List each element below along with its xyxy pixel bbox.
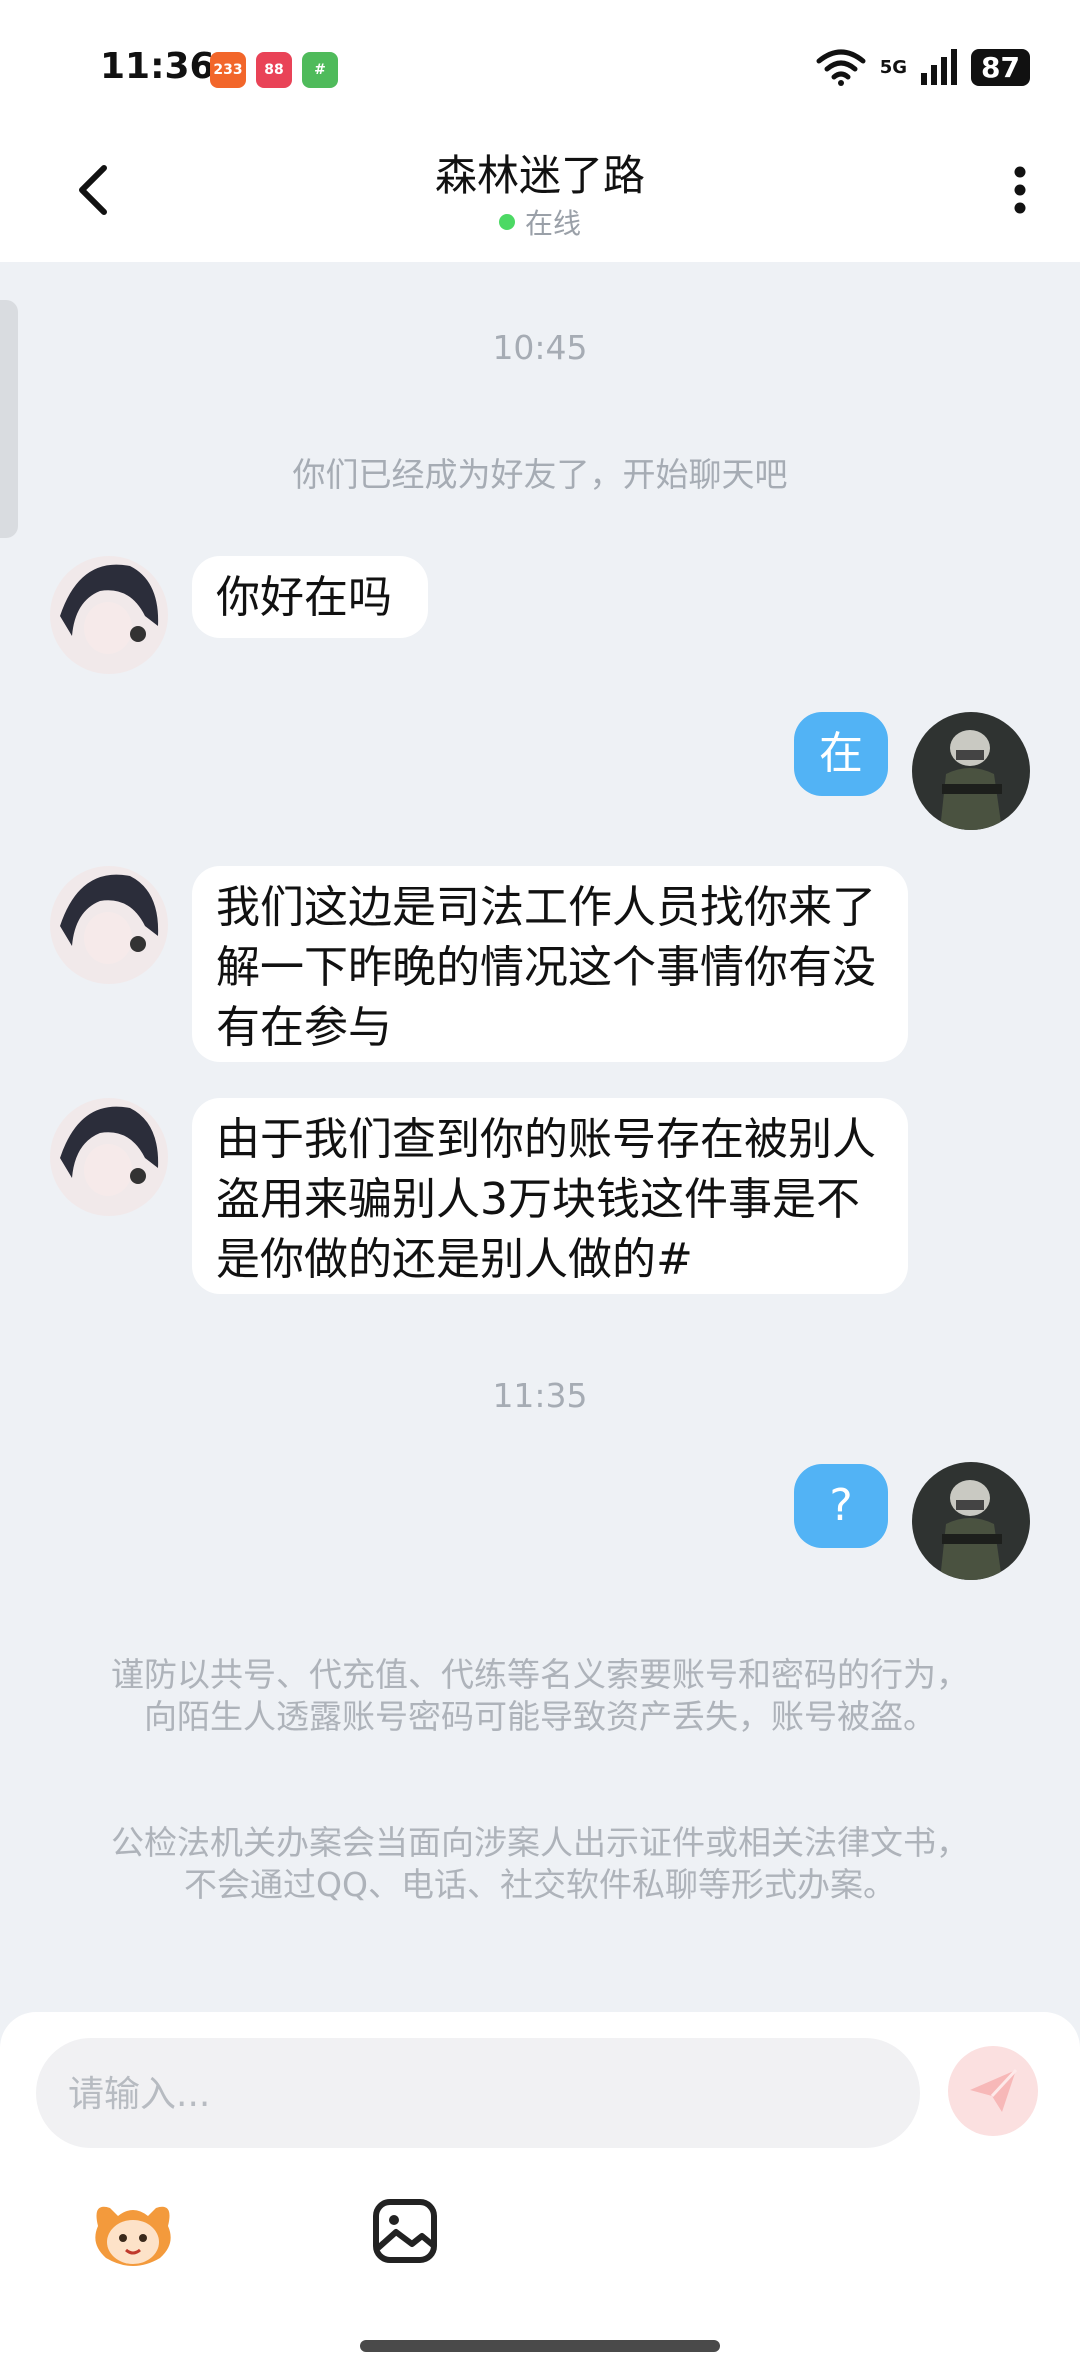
send-button[interactable] <box>948 2046 1038 2136</box>
wifi-icon <box>816 49 866 86</box>
battery-level: 87 <box>971 48 1030 86</box>
more-options-button[interactable] <box>1000 160 1040 220</box>
safety-notice: 公检法机关办案会当面向涉案人出示证件或相关法律文书，不会通过QQ、电话、社交软件… <box>111 1823 969 1904</box>
presence-label: 在线 <box>524 207 581 240</box>
app-badge-icon: 88 <box>256 52 292 88</box>
chat-title: 森林迷了路 <box>434 151 645 200</box>
timestamp: 11:35 <box>492 1376 588 1415</box>
message-bubble-incoming: 你好在吗 <box>192 556 428 638</box>
timestamp: 10:45 <box>492 328 588 367</box>
message-input[interactable] <box>66 2038 890 2150</box>
my-avatar[interactable] <box>912 1462 1030 1580</box>
message-input-container <box>36 2038 920 2150</box>
status-indicators: 5G 87 <box>816 48 1030 86</box>
image-button[interactable] <box>372 2198 438 2264</box>
safety-notice: 谨防以共号、代充值、代练等名义索要账号和密码的行为，向陌生人透露账号密码可能导致… <box>111 1655 969 1736</box>
network-type: 5G <box>879 56 908 78</box>
contact-avatar[interactable] <box>50 556 168 674</box>
my-avatar[interactable] <box>912 712 1030 830</box>
message-bubble-incoming: 由于我们查到你的账号存在被别人盗用来骗别人3万块钱这件事是不是你做的还是别人做的… <box>192 1098 908 1294</box>
image-icon <box>373 2199 437 2263</box>
signal-icon <box>921 49 958 85</box>
contact-avatar[interactable] <box>50 1098 168 1216</box>
message-bubble-outgoing: 在 <box>794 712 888 796</box>
contact-avatar[interactable] <box>50 866 168 984</box>
emoji-mascot-icon <box>95 2206 171 2266</box>
online-dot-icon <box>498 214 515 230</box>
app-badge-icon: # <box>302 52 338 88</box>
home-indicator[interactable] <box>360 2340 720 2352</box>
more-vertical-icon <box>1014 166 1026 214</box>
status-app-badges: 233 88 # <box>210 52 338 88</box>
emoji-button[interactable] <box>90 2196 176 2270</box>
message-bubble-outgoing: ? <box>794 1464 888 1548</box>
message-bubble-incoming: 我们这边是司法工作人员找你来了解一下昨晚的情况这个事情你有没有在参与 <box>192 866 908 1062</box>
app-badge-icon: 233 <box>210 52 246 88</box>
send-icon <box>970 2068 1018 2112</box>
presence-status: 在线 <box>0 202 1080 242</box>
status-time: 11:36 <box>100 46 215 87</box>
system-message: 你们已经成为好友了，开始聊天吧 <box>292 455 788 494</box>
